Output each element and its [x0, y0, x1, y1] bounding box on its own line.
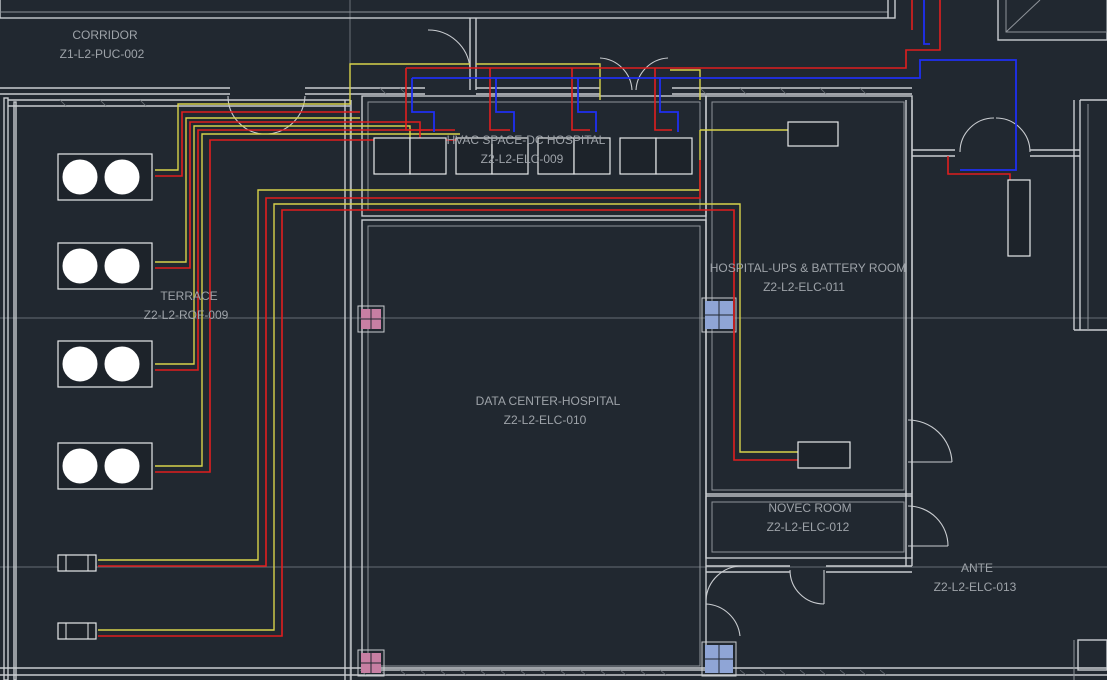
room-labels: CORRIDOR Z1-L2-PUC-002 TERRACE Z2-L2-ROF… [60, 28, 1017, 594]
room-code-novec: Z2-L2-ELC-012 [767, 520, 850, 534]
doors [227, 28, 1031, 637]
room-name-ups: HOSPITAL-UPS & BATTERY ROOM [710, 261, 906, 275]
room-code-ante: Z2-L2-ELC-013 [934, 580, 1017, 594]
room-name-terrace: TERRACE [160, 289, 217, 303]
wall-hatch [59, 87, 887, 676]
indoor-ac-units [373, 121, 1031, 469]
room-name-novec: NOVEC ROOM [768, 501, 851, 515]
room-code-ups: Z2-L2-ELC-011 [763, 280, 845, 294]
structural-columns [357, 297, 737, 677]
room-code-corridor: Z1-L2-PUC-002 [60, 47, 145, 61]
room-name-datacenter: DATA CENTER-HOSPITAL [476, 394, 621, 408]
control-cables [98, 63, 800, 631]
room-code-hvac: Z2-L2-ELC-009 [481, 152, 564, 166]
floor-plan-drawing: CORRIDOR Z1-L2-PUC-002 TERRACE Z2-L2-ROF… [0, 0, 1107, 680]
room-code-datacenter: Z2-L2-ELC-010 [504, 413, 587, 427]
room-name-corridor: CORRIDOR [72, 28, 138, 42]
room-code-terrace: Z2-L2-ROF-009 [144, 308, 229, 322]
room-name-ante: ANTE [961, 561, 993, 575]
room-name-hvac: HVAC SPACE-DC HOSPITAL [447, 133, 606, 147]
walls [0, 0, 1107, 680]
